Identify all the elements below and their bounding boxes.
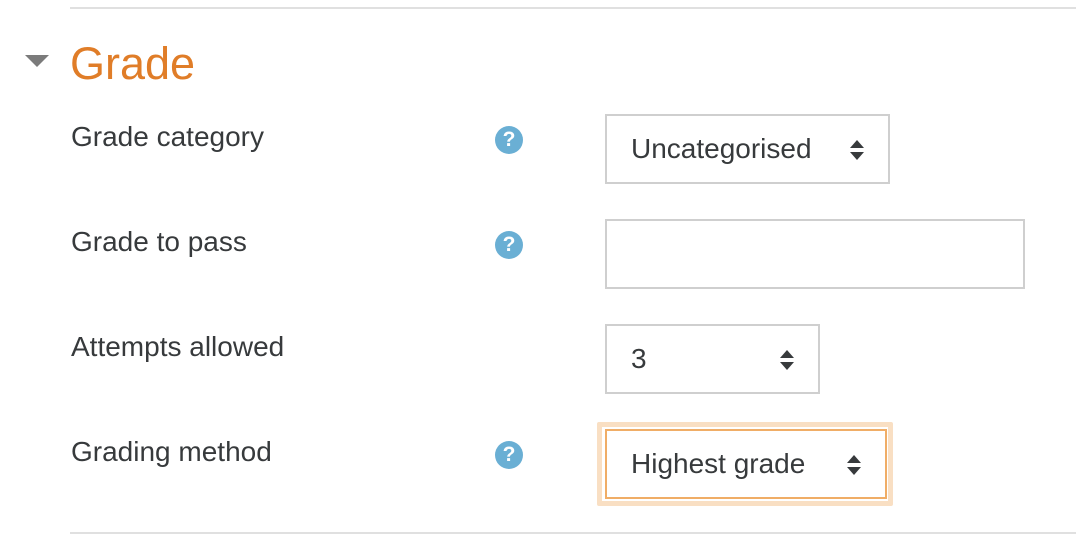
attempts-allowed-value: 3 <box>631 343 647 374</box>
grade-category-label: Grade category <box>71 121 264 152</box>
bottom-divider <box>70 532 1076 534</box>
grade-to-pass-help-icon[interactable]: ? <box>495 231 523 259</box>
grading-method-help-icon[interactable]: ? <box>495 441 523 469</box>
grade-category-value: Uncategorised <box>631 133 812 164</box>
select-arrows-icon <box>847 455 861 475</box>
attempts-allowed-select[interactable]: 3 <box>605 324 820 394</box>
grading-method-select[interactable]: Highest grade <box>605 429 887 499</box>
grading-method-value: Highest grade <box>631 448 806 479</box>
grading-method-label: Grading method <box>71 436 272 467</box>
grade-to-pass-input[interactable] <box>605 219 1025 289</box>
grade-settings-section: Grade Grade category ? Uncategorised Gra… <box>0 0 1076 542</box>
grade-category-help-icon[interactable]: ? <box>495 126 523 154</box>
top-divider <box>70 7 1076 9</box>
grade-to-pass-label: Grade to pass <box>71 226 247 257</box>
section-title[interactable]: Grade <box>70 36 195 92</box>
attempts-allowed-label: Attempts allowed <box>71 331 285 362</box>
grade-category-select[interactable]: Uncategorised <box>605 114 890 184</box>
collapse-toggle-icon[interactable] <box>25 55 49 67</box>
select-arrows-icon <box>850 140 864 160</box>
select-arrows-icon <box>780 350 794 370</box>
